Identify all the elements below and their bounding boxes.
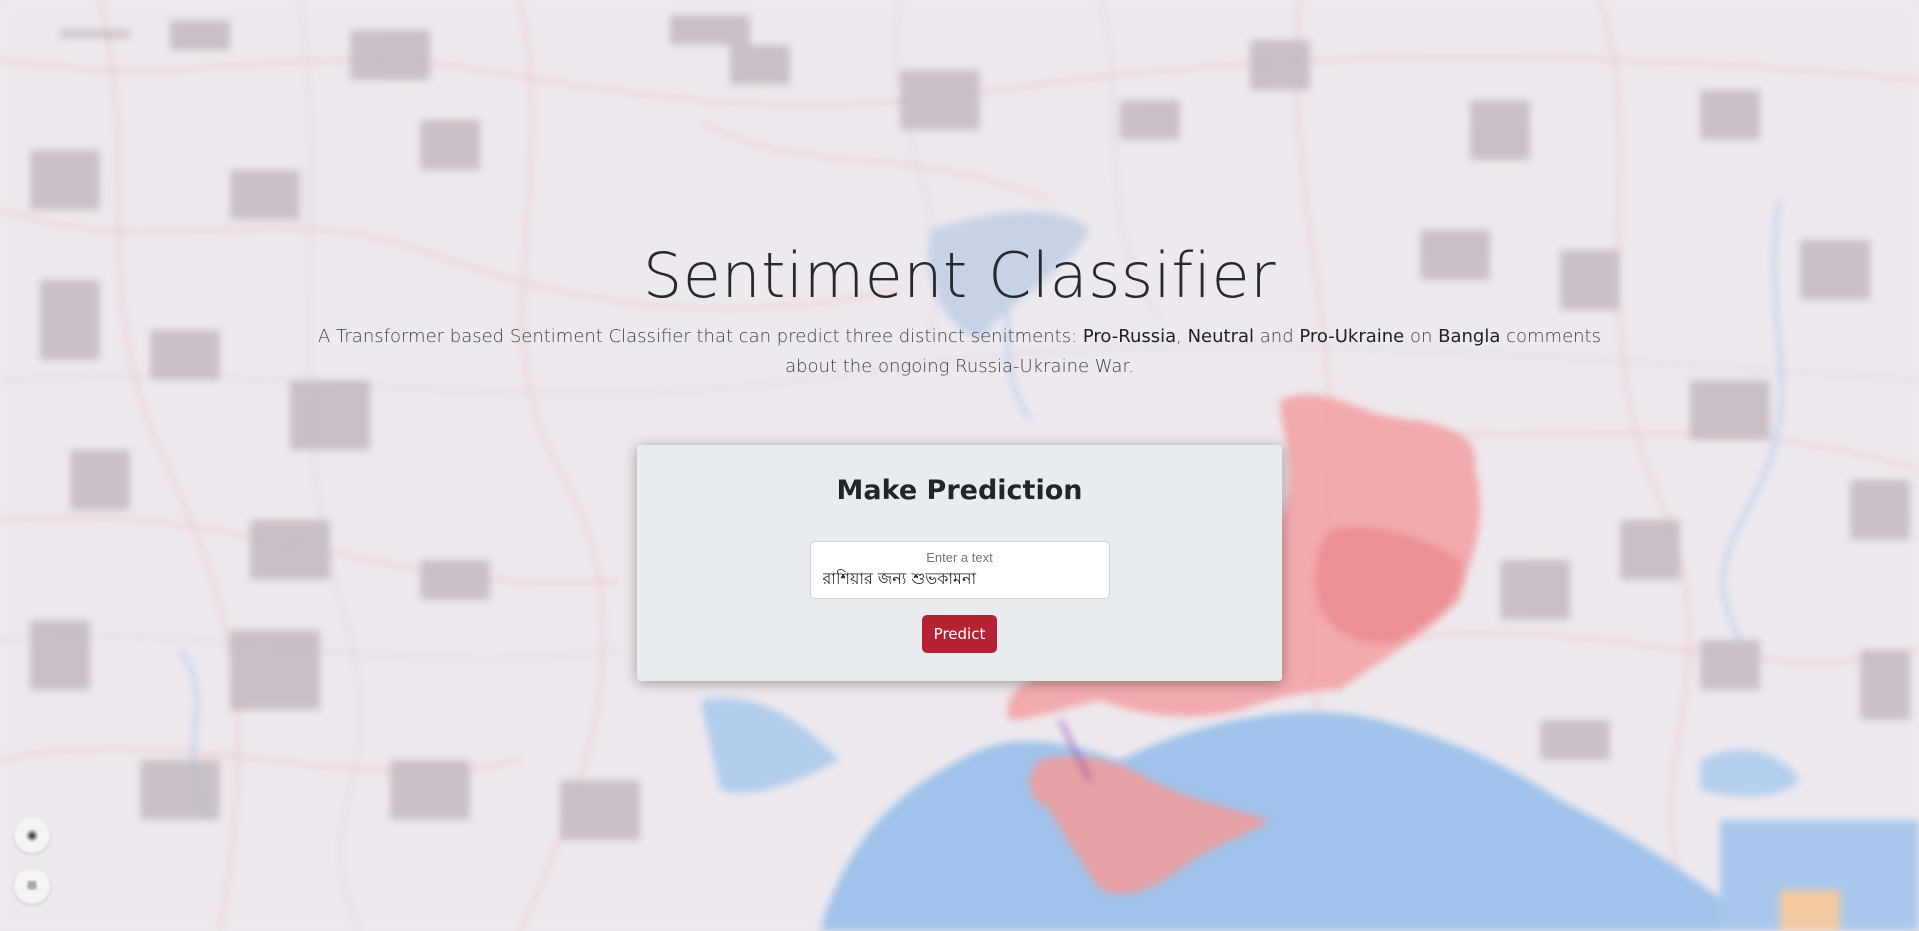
- text-input[interactable]: [822, 566, 1097, 592]
- language-label: Bangla: [1438, 326, 1501, 347]
- text-input-field[interactable]: Enter a text: [809, 541, 1110, 599]
- layers-icon[interactable]: ▤: [14, 868, 50, 904]
- page-description: A Transformer based Sentiment Classifier…: [310, 322, 1610, 382]
- sentiment-label-pro-ukraine: Pro-Ukraine: [1299, 326, 1405, 347]
- sentiment-label-pro-russia: Pro-Russia: [1082, 326, 1177, 347]
- prediction-card: Make Prediction Enter a text Predict: [637, 445, 1282, 681]
- sentiment-label-neutral: Neutral: [1187, 326, 1255, 347]
- separator: and: [1254, 326, 1300, 347]
- separator: on: [1404, 326, 1439, 347]
- hero-section: Sentiment Classifier A Transformer based…: [0, 236, 1919, 382]
- description-text: A Transformer based Sentiment Classifier…: [318, 326, 1083, 347]
- predict-button[interactable]: Predict: [921, 615, 998, 653]
- separator: ,: [1176, 326, 1188, 347]
- page-title: Sentiment Classifier: [642, 239, 1277, 312]
- page: Sentiment Classifier A Transformer based…: [0, 0, 1919, 931]
- text-input-label: Enter a text: [926, 550, 993, 565]
- card-title: Make Prediction: [836, 475, 1083, 506]
- crosshair-icon[interactable]: ◉: [14, 817, 50, 853]
